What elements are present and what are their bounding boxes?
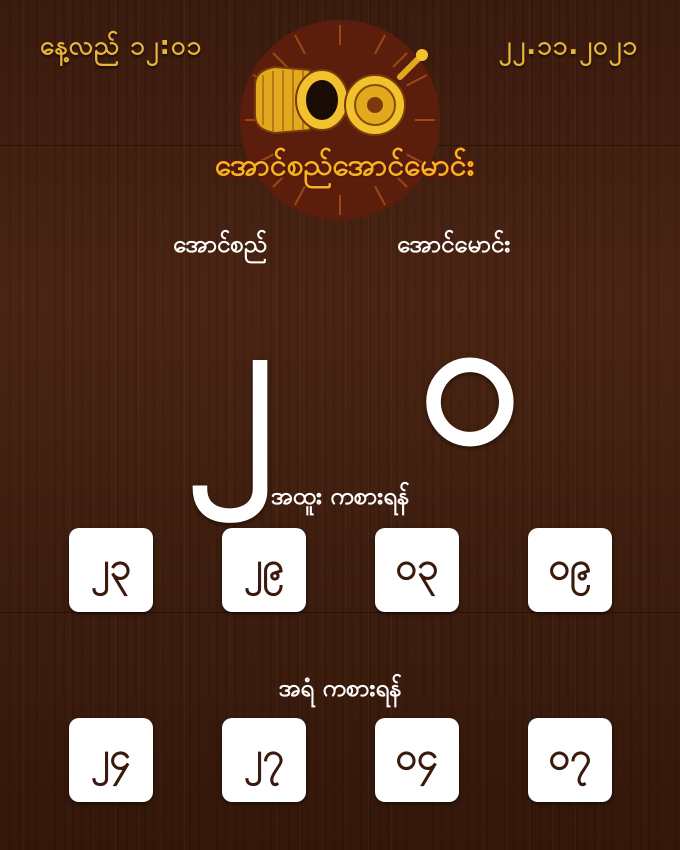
backup-play-label: အရံ ကစားရန် [278, 674, 402, 702]
special-number-box: ၂၃ [69, 528, 153, 612]
date-display: ၂၂.၁၁.၂၀၂၁ [498, 31, 638, 61]
backup-number-box: ၂၇ [222, 718, 306, 802]
backup-number-box: ၂၄ [69, 718, 153, 802]
special-number-box: ၂၉ [222, 528, 306, 612]
team-right-label: အောင်မောင်း [397, 230, 511, 258]
team-left-score: ၂ [185, 275, 275, 484]
logo-text: အောင်စည်အောင်မောင်း [215, 148, 475, 183]
special-number-box: ၀၃ [375, 528, 459, 612]
wood-plank-seam [0, 612, 680, 613]
team-left-label: အောင်စည် [173, 230, 268, 258]
app-logo: အောင်စည်အောင်မောင်း [215, 15, 475, 230]
time-display: နေ့လည် ၁၂:၀၁ [40, 31, 203, 61]
team-right-score: ၀ [419, 275, 521, 484]
backup-number-box: ၀၇ [528, 718, 612, 802]
logo-drum-gong-icon [240, 20, 440, 220]
backup-number-box: ၀၄ [375, 718, 459, 802]
special-play-label: အထူး ကစားရန် [270, 482, 410, 510]
special-number-box: ၀၉ [528, 528, 612, 612]
